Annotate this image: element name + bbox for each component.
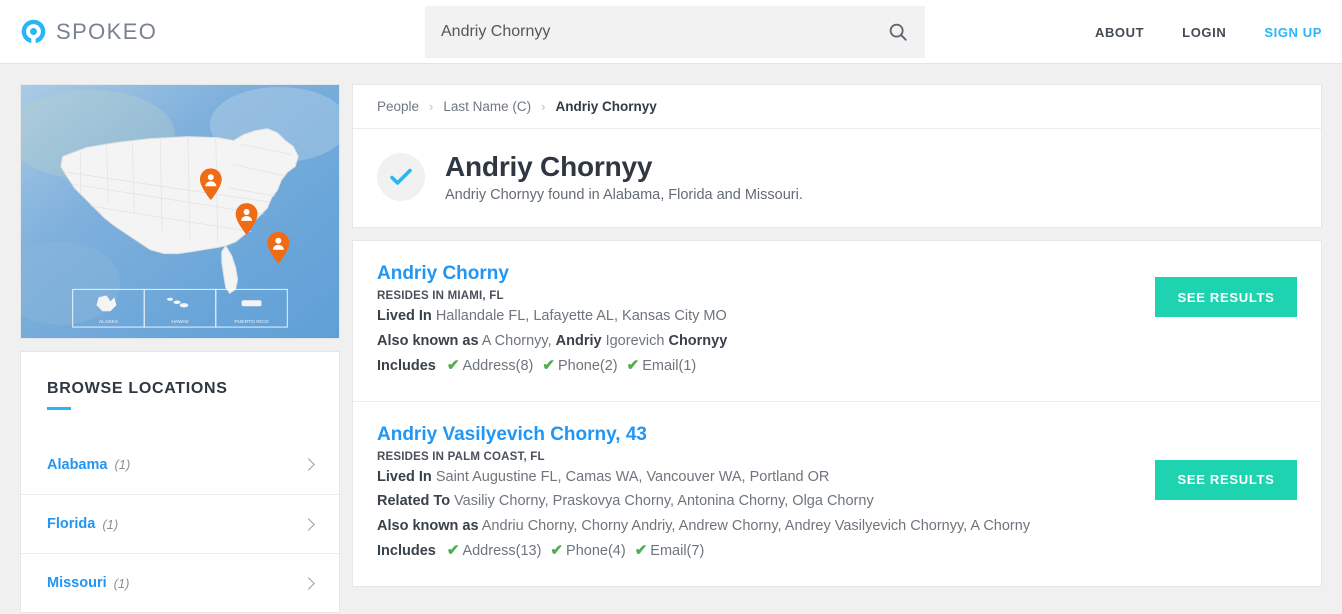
includes-email: Email(7): [650, 543, 705, 560]
see-results-button[interactable]: SEE RESULTS: [1155, 277, 1297, 317]
green-check-icon: ✔: [446, 542, 460, 560]
browse-header: BROWSE LOCATIONS: [21, 352, 339, 410]
location-map[interactable]: ALASKA HAWAII PUERTO RICO: [20, 84, 340, 339]
brand-name: SPOKEO: [56, 18, 158, 44]
related-to-label: Related To: [377, 493, 451, 510]
includes-phone: Phone(4): [566, 543, 626, 560]
lived-in-value: Hallandale FL, Lafayette AL, Kansas City…: [435, 308, 727, 324]
site-header: SPOKEO ABOUT LOGIN SIGN UP: [0, 0, 1342, 64]
result-details: Andriy Vasilyevich Chorny, 43 RESIDES IN…: [377, 424, 1131, 562]
verified-badge: [377, 153, 425, 201]
result-details: Andriy Chorny RESIDES IN MIAMI, FL Lived…: [377, 263, 1131, 377]
summary-text: Andriy Chornyy Andriy Chornyy found in A…: [445, 151, 803, 203]
green-check-icon: ✔: [634, 542, 648, 560]
browse-locations-panel: BROWSE LOCATIONS Alabama (1) Florida (1)…: [20, 351, 340, 613]
result-residence: RESIDES IN MIAMI, FL: [377, 290, 504, 302]
svg-text:PUERTO RICO: PUERTO RICO: [234, 319, 268, 325]
location-count: (1): [102, 516, 119, 532]
related-to-value: Vasiliy Chorny, Praskovya Chorny, Antoni…: [454, 493, 874, 510]
result-lived-in: Lived In Hallandale FL, Lafayette AL, Ka…: [377, 307, 1131, 327]
result-row: Andriy Chorny RESIDES IN MIAMI, FL Lived…: [353, 241, 1321, 401]
breadcrumb-last-name[interactable]: Last Name (C): [443, 99, 531, 114]
result-aka: Also known as A Chornyy, Andriy Igorevic…: [377, 332, 1131, 352]
aka-highlight-first: Andriy: [555, 332, 602, 349]
title-underline: [47, 407, 71, 410]
result-action: SEE RESULTS: [1131, 459, 1297, 500]
lived-in-value: Saint Augustine FL, Camas WA, Vancouver …: [435, 468, 830, 485]
aka-value: A Chornyy,: [481, 332, 556, 349]
summary-description: Andriy Chornyy found in Alabama, Florida…: [445, 187, 803, 203]
location-name: Alabama: [47, 456, 108, 473]
svg-text:ALASKA: ALASKA: [99, 319, 119, 325]
page-title: Andriy Chornyy: [445, 151, 653, 182]
location-count: (1): [113, 575, 130, 591]
result-row: Andriy Vasilyevich Chorny, 43 RESIDES IN…: [353, 400, 1321, 586]
lived-in-label: Lived In: [377, 308, 432, 324]
result-residence: RESIDES IN PALM COAST, FL: [377, 450, 545, 463]
includes-email: Email(1): [642, 358, 697, 375]
result-related-to: Related To Vasiliy Chorny, Praskovya Cho…: [377, 492, 1131, 512]
result-aka: Also known as Andriu Chorny, Chorny Andr…: [377, 517, 1131, 537]
nav-signup[interactable]: SIGN UP: [1264, 25, 1322, 40]
includes-label: Includes: [377, 358, 436, 375]
breadcrumb-separator: ›: [541, 99, 546, 114]
see-results-button[interactable]: SEE RESULTS: [1155, 459, 1297, 500]
includes-address: Address(13): [462, 543, 542, 560]
aka-value: Andriu Chorny, Chorny Andriy, Andrew Cho…: [481, 517, 1031, 534]
lived-in-label: Lived In: [377, 468, 432, 485]
aka-highlight-last: Chornyy: [668, 332, 728, 349]
breadcrumb-current: Andriy Chornyy: [555, 99, 657, 114]
chevron-right-icon: [302, 458, 315, 471]
logo[interactable]: SPOKEO: [20, 18, 157, 45]
green-check-icon: ✔: [550, 542, 564, 560]
breadcrumb-people[interactable]: People: [377, 99, 419, 114]
summary-card: People › Last Name (C) › Andriy Chornyy …: [352, 84, 1322, 228]
sidebar-item-missouri[interactable]: Missouri (1): [21, 553, 339, 612]
nav-login[interactable]: LOGIN: [1182, 25, 1226, 40]
nav-about[interactable]: ABOUT: [1095, 25, 1144, 40]
result-name-link[interactable]: Andriy Vasilyevich Chorny, 43: [377, 424, 647, 446]
aka-label: Also known as: [377, 332, 479, 349]
location-count: (1): [114, 457, 131, 472]
includes-label: Includes: [377, 543, 436, 560]
left-sidebar: ALASKA HAWAII PUERTO RICO BROWSE LOCATIO…: [20, 84, 340, 613]
includes-phone: Phone(2): [557, 358, 618, 375]
sidebar-item-florida[interactable]: Florida (1): [21, 494, 339, 553]
us-map-graphic: ALASKA HAWAII PUERTO RICO: [21, 85, 339, 338]
green-check-icon: ✔: [542, 357, 555, 375]
chevron-right-icon: [302, 576, 315, 590]
spokeo-ring-icon: [21, 19, 46, 45]
location-name: Florida: [47, 516, 96, 532]
green-check-icon: ✔: [626, 357, 640, 375]
breadcrumb-separator: ›: [429, 99, 434, 114]
page-body: ALASKA HAWAII PUERTO RICO BROWSE LOCATIO…: [0, 64, 1342, 614]
search-bar[interactable]: [425, 6, 925, 58]
result-action: SEE RESULTS: [1131, 277, 1297, 317]
aka-middle: Igorevich: [601, 332, 669, 349]
aka-label: Also known as: [377, 517, 479, 534]
search-icon[interactable]: [887, 21, 909, 43]
chevron-right-icon: [302, 517, 315, 531]
sidebar-item-alabama[interactable]: Alabama (1): [21, 435, 339, 494]
browse-title: BROWSE LOCATIONS: [47, 380, 228, 397]
svg-text:HAWAII: HAWAII: [171, 319, 188, 325]
main-nav: ABOUT LOGIN SIGN UP: [1095, 0, 1322, 64]
result-lived-in: Lived In Saint Augustine FL, Camas WA, V…: [377, 468, 1131, 488]
includes-address: Address(8): [462, 358, 534, 375]
green-check-icon: ✔: [446, 357, 460, 375]
blue-check-icon: [390, 168, 412, 185]
result-name-link[interactable]: Andriy Chorny: [377, 263, 509, 285]
result-includes: Includes ✔ Address(13) ✔ Phone(4) ✔ Email(7…: [377, 541, 1131, 562]
location-name: Missouri: [47, 575, 107, 591]
main-content: People › Last Name (C) › Andriy Chornyy …: [352, 84, 1322, 587]
results-list: Andriy Chorny RESIDES IN MIAMI, FL Lived…: [352, 240, 1322, 587]
summary-header: Andriy Chornyy Andriy Chornyy found in A…: [353, 129, 1321, 227]
breadcrumb: People › Last Name (C) › Andriy Chornyy: [353, 85, 1321, 129]
search-input[interactable]: [441, 23, 887, 41]
result-includes: Includes ✔ Address(8) ✔ Phone(2) ✔ Email(1): [377, 356, 1131, 377]
